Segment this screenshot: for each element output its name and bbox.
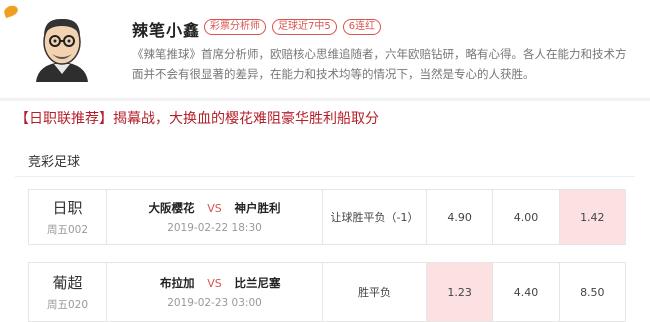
odd-home[interactable]: 1.23 — [427, 263, 494, 321]
league-cell: 葡超 周五020 — [29, 263, 107, 321]
tag-title: 彩票分析师 — [204, 19, 266, 35]
odd-away[interactable]: 1.42 — [559, 190, 625, 244]
tag-record: 足球近7中5 — [272, 19, 337, 35]
odd-away[interactable]: 8.50 — [560, 263, 625, 321]
odd-home[interactable]: 4.90 — [427, 190, 494, 244]
away-team: 比兰尼塞 — [234, 276, 281, 290]
odds-row: 让球胜平负（-1） 4.90 4.00 1.42 — [322, 190, 625, 244]
section-divider — [0, 98, 650, 101]
league-name: 日职 — [52, 199, 83, 217]
league-cell: 日职 周五002 — [29, 190, 107, 244]
analyst-tags: 彩票分析师 足球近7中5 6连红 — [204, 19, 382, 35]
odd-draw[interactable]: 4.00 — [493, 190, 560, 244]
match-number: 周五020 — [46, 299, 89, 311]
bet-type: 胜平负 — [323, 263, 427, 321]
section-line — [15, 176, 635, 177]
vs-label: VS — [207, 201, 222, 215]
away-team: 神户胜利 — [234, 201, 281, 215]
analyst-name: 辣笔小鑫 — [132, 21, 201, 40]
analyst-bio: 《辣笔推球》首席分析师，欧赔核心思维追随者，六年欧赔钻研，略有心得。各人在能力和… — [132, 47, 627, 81]
odds-row: 胜平负 1.23 4.40 8.50 — [322, 263, 625, 321]
match-card: 葡超 周五020 布拉加 VS 比兰尼塞 2019-02-23 03:00 胜平… — [28, 262, 626, 322]
league-name: 葡超 — [52, 274, 83, 292]
vs-label: VS — [207, 276, 222, 290]
match-time: 2019-02-22 18:30 — [167, 222, 262, 234]
match-number: 周五002 — [46, 224, 89, 236]
teams-cell: 布拉加 VS 比兰尼塞 2019-02-23 03:00 — [107, 263, 322, 321]
avatar[interactable] — [30, 14, 94, 82]
teams-cell: 大阪樱花 VS 神户胜利 2019-02-22 18:30 — [107, 190, 322, 244]
section-title: 竞彩足球 — [28, 155, 81, 170]
match-card: 日职 周五002 大阪樱花 VS 神户胜利 2019-02-22 18:30 让… — [28, 189, 626, 245]
analyst-profile: 辣笔小鑫 彩票分析师 足球近7中5 6连红 《辣笔推球》首席分析师，欧赔核心思维… — [0, 0, 650, 98]
tag-streak: 6连红 — [342, 19, 382, 35]
article-headline[interactable]: 【日职联推荐】揭幕战，大换血的樱花难阻豪华胜利船取分 — [15, 108, 635, 128]
odd-draw[interactable]: 4.40 — [493, 263, 560, 321]
bet-type: 让球胜平负（-1） — [323, 190, 427, 244]
home-team: 布拉加 — [160, 276, 195, 290]
match-time: 2019-02-23 03:00 — [167, 297, 262, 309]
home-team: 大阪樱花 — [148, 201, 195, 215]
